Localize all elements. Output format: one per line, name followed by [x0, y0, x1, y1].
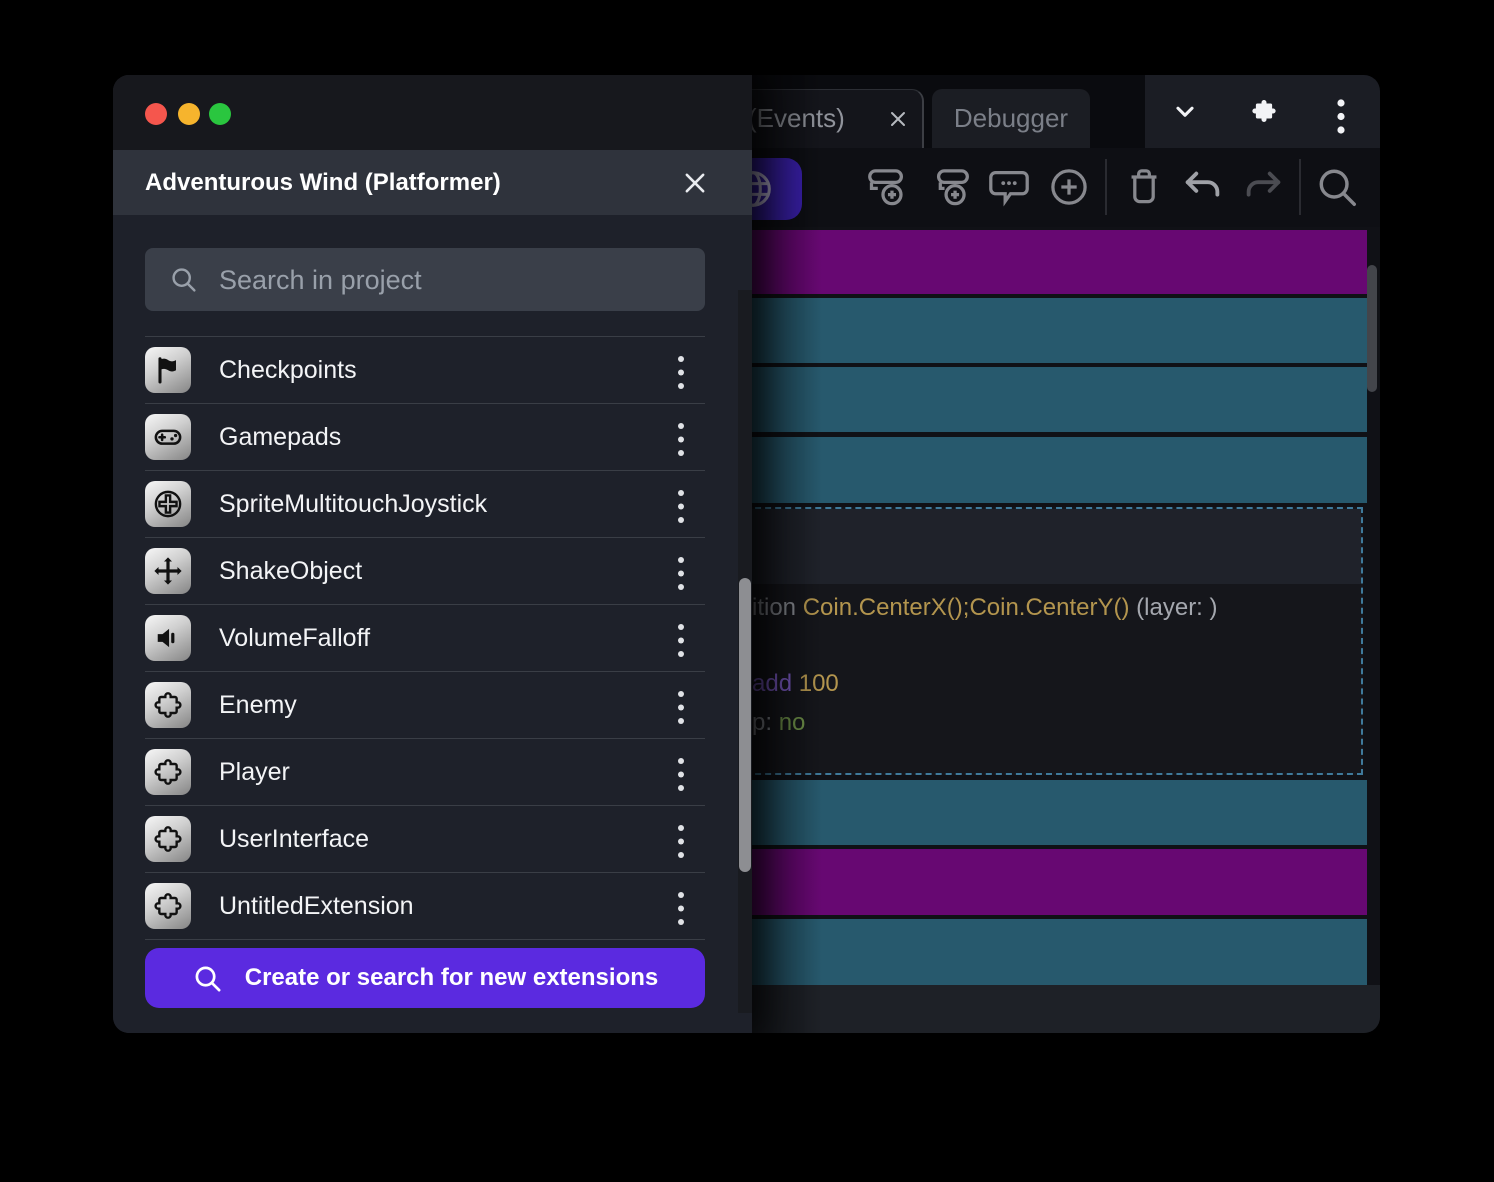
tabbar-right-controls — [1145, 75, 1380, 148]
chevron-down-icon[interactable] — [1172, 99, 1198, 125]
move-icon — [145, 548, 191, 594]
kebab-menu-icon[interactable] — [675, 487, 687, 523]
search-icon — [195, 966, 221, 991]
extensions-puzzle-icon[interactable] — [1249, 96, 1279, 126]
extension-label: UserInterface — [219, 824, 370, 853]
extension-item-Checkpoints[interactable]: Checkpoints — [145, 336, 705, 403]
extension-label: Enemy — [219, 690, 297, 719]
event-action-text[interactable]: ition Coin.CenterX();Coin.CenterY() (lay… — [752, 593, 1218, 623]
project-manager-header: Adventurous Wind (Platformer) — [113, 150, 752, 215]
extension-item-UserInterface[interactable]: UserInterface — [145, 805, 705, 872]
extension-item-Gamepads[interactable]: Gamepads — [145, 403, 705, 470]
extension-label: Gamepads — [219, 422, 342, 451]
speaker-icon — [145, 615, 191, 661]
search-input[interactable] — [217, 248, 691, 313]
search-icon — [172, 268, 196, 292]
kebab-menu-icon[interactable] — [675, 420, 687, 456]
toolbar-divider — [1105, 159, 1107, 215]
add-event-button[interactable] — [864, 164, 910, 210]
kebab-menu-icon[interactable] — [675, 554, 687, 590]
kebab-menu-icon[interactable] — [675, 889, 687, 925]
extension-label: ShakeObject — [219, 556, 363, 585]
puzzle-icon — [145, 883, 191, 929]
extension-item-Player[interactable]: Player — [145, 738, 705, 805]
extension-item-UntitledExtension[interactable]: UntitledExtension — [145, 872, 705, 939]
extension-item-Enemy[interactable]: Enemy — [145, 671, 705, 738]
event-action-text[interactable]: add 100 — [752, 669, 839, 699]
kebab-menu-icon[interactable] — [675, 621, 687, 657]
extension-label: VolumeFalloff — [219, 623, 371, 652]
drawer-scrollbar-thumb[interactable] — [739, 578, 751, 872]
create-extension-label: Create or search for new extensions — [244, 964, 659, 991]
kebab-menu-icon[interactable] — [675, 688, 687, 724]
trash-button[interactable] — [1121, 164, 1167, 210]
kebab-menu-icon[interactable] — [675, 755, 687, 791]
redo-button[interactable] — [1240, 164, 1286, 210]
kebab-menu-icon[interactable] — [675, 822, 687, 858]
project-manager-panel: Adventurous Wind (Platformer) Checkpoint… — [113, 75, 752, 1033]
kebab-menu-icon[interactable] — [675, 353, 687, 389]
more-options-icon[interactable] — [1335, 97, 1347, 134]
traffic-close-button[interactable] — [145, 103, 167, 125]
project-title: Adventurous Wind (Platformer) — [145, 169, 501, 196]
extension-item-ShakeObject[interactable]: ShakeObject — [145, 537, 705, 604]
undo-button[interactable] — [1180, 164, 1226, 210]
gamepad-icon — [145, 414, 191, 460]
events-scrollbar-thumb[interactable] — [1367, 265, 1377, 392]
puzzle-icon — [145, 682, 191, 728]
tab-debugger-label: Debugger — [953, 103, 1069, 133]
search-events-button[interactable] — [1314, 164, 1360, 210]
add-subevent-button[interactable] — [929, 164, 975, 210]
extension-item-VolumeFalloff[interactable]: VolumeFalloff — [145, 604, 705, 671]
add-comment-button[interactable] — [986, 164, 1032, 210]
tab-close-icon[interactable] — [886, 107, 910, 131]
event-action-text[interactable]: p: no — [752, 708, 805, 738]
window-titlebar — [113, 75, 752, 150]
extension-label: UntitledExtension — [219, 891, 414, 920]
puzzle-icon — [145, 816, 191, 862]
extension-label: Player — [219, 757, 290, 786]
project-search-box — [145, 248, 705, 313]
toolbar-divider — [1299, 159, 1301, 215]
dpad-icon — [145, 481, 191, 527]
flag-icon — [145, 347, 191, 393]
close-icon[interactable] — [681, 169, 709, 197]
tab-events-label: (Events) — [748, 103, 845, 133]
create-extension-button[interactable]: Create or search for new extensions — [145, 948, 705, 1008]
tab-debugger[interactable]: Debugger — [932, 89, 1090, 148]
extensions-list: Checkpoints Gamepads SpriteMultitouchJoyst… — [145, 336, 705, 940]
traffic-minimize-button[interactable] — [178, 103, 200, 125]
extension-item-SpriteMultitouchJoystick[interactable]: SpriteMultitouchJoystick — [145, 470, 705, 537]
extension-label: Checkpoints — [219, 355, 357, 384]
add-other-event-button[interactable] — [1046, 164, 1092, 210]
puzzle-icon — [145, 749, 191, 795]
extension-label: SpriteMultitouchJoystick — [219, 489, 488, 518]
traffic-zoom-button[interactable] — [209, 103, 231, 125]
